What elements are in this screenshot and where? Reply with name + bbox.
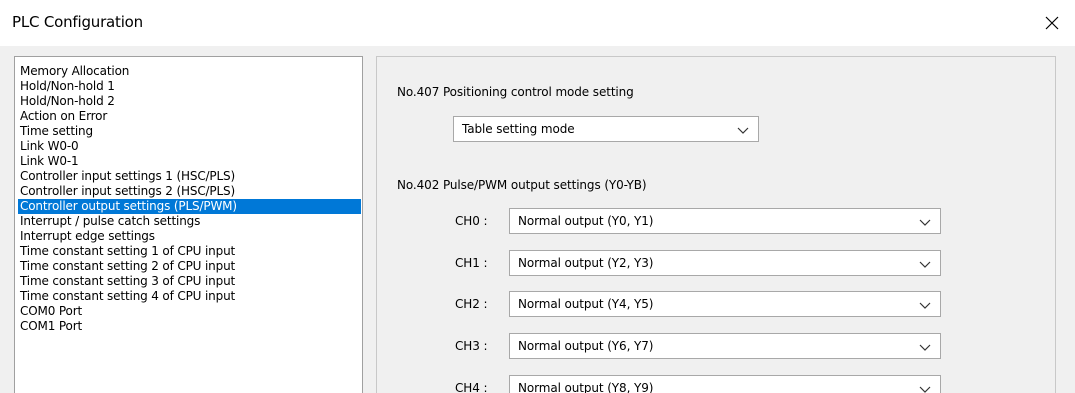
ch3-output-dropdown[interactable]: Normal output (Y6, Y7) bbox=[509, 333, 941, 359]
ch1-output-value: Normal output (Y2, Y3) bbox=[518, 256, 654, 270]
list-item[interactable]: COM1 Port bbox=[18, 319, 361, 334]
chevron-down-icon bbox=[919, 386, 931, 393]
list-item[interactable]: Interrupt / pulse catch settings bbox=[18, 214, 361, 229]
ch2-output-value: Normal output (Y4, Y5) bbox=[518, 297, 654, 311]
list-item[interactable]: Time constant setting 3 of CPU input bbox=[18, 274, 361, 289]
plc-configuration-dialog: PLC Configuration Memory Allocation Hold… bbox=[0, 0, 1075, 393]
list-item[interactable]: Time setting bbox=[18, 124, 361, 139]
settings-category-list[interactable]: Memory Allocation Hold/Non-hold 1 Hold/N… bbox=[14, 56, 363, 393]
list-item[interactable]: Time constant setting 1 of CPU input bbox=[18, 244, 361, 259]
window-title: PLC Configuration bbox=[12, 13, 143, 31]
ch0-output-dropdown[interactable]: Normal output (Y0, Y1) bbox=[509, 208, 941, 234]
positioning-mode-dropdown[interactable]: Table setting mode bbox=[453, 116, 759, 142]
ch3-output-value: Normal output (Y6, Y7) bbox=[518, 339, 654, 353]
chevron-down-icon bbox=[919, 219, 931, 226]
settings-panel: No.407 Positioning control mode setting … bbox=[376, 56, 1056, 393]
ch2-label: CH2 : bbox=[455, 297, 488, 311]
list-item[interactable]: Memory Allocation bbox=[18, 64, 361, 79]
list-item-selected[interactable]: Controller output settings (PLS/PWM) bbox=[18, 199, 361, 214]
positioning-mode-value: Table setting mode bbox=[462, 122, 575, 136]
chevron-down-icon bbox=[737, 127, 749, 134]
ch4-output-value: Normal output (Y8, Y9) bbox=[518, 381, 654, 393]
title-bar: PLC Configuration bbox=[0, 0, 1075, 46]
close-icon bbox=[1045, 16, 1059, 30]
list-item[interactable]: Hold/Non-hold 1 bbox=[18, 79, 361, 94]
ch4-output-dropdown[interactable]: Normal output (Y8, Y9) bbox=[509, 375, 941, 393]
ch0-label: CH0 : bbox=[455, 214, 488, 228]
ch1-label: CH1 : bbox=[455, 256, 488, 270]
chevron-down-icon bbox=[919, 302, 931, 309]
list-item[interactable]: Interrupt edge settings bbox=[18, 229, 361, 244]
positioning-mode-label: No.407 Positioning control mode setting bbox=[397, 85, 634, 99]
pulse-output-label: No.402 Pulse/PWM output settings (Y0-YB) bbox=[397, 178, 647, 192]
ch0-output-value: Normal output (Y0, Y1) bbox=[518, 214, 654, 228]
list-item[interactable]: Time constant setting 4 of CPU input bbox=[18, 289, 361, 304]
list-item[interactable]: Time constant setting 2 of CPU input bbox=[18, 259, 361, 274]
list-item[interactable]: COM0 Port bbox=[18, 304, 361, 319]
ch2-output-dropdown[interactable]: Normal output (Y4, Y5) bbox=[509, 291, 941, 317]
list-item[interactable]: Hold/Non-hold 2 bbox=[18, 94, 361, 109]
chevron-down-icon bbox=[919, 344, 931, 351]
close-button[interactable] bbox=[1029, 0, 1075, 46]
list-item[interactable]: Link W0-0 bbox=[18, 139, 361, 154]
ch3-label: CH3 : bbox=[455, 339, 488, 353]
list-item[interactable]: Link W0-1 bbox=[18, 154, 361, 169]
ch1-output-dropdown[interactable]: Normal output (Y2, Y3) bbox=[509, 250, 941, 276]
ch4-label: CH4 : bbox=[455, 381, 488, 393]
list-item[interactable]: Controller input settings 1 (HSC/PLS) bbox=[18, 169, 361, 184]
list-item[interactable]: Action on Error bbox=[18, 109, 361, 124]
chevron-down-icon bbox=[919, 261, 931, 268]
list-item[interactable]: Controller input settings 2 (HSC/PLS) bbox=[18, 184, 361, 199]
